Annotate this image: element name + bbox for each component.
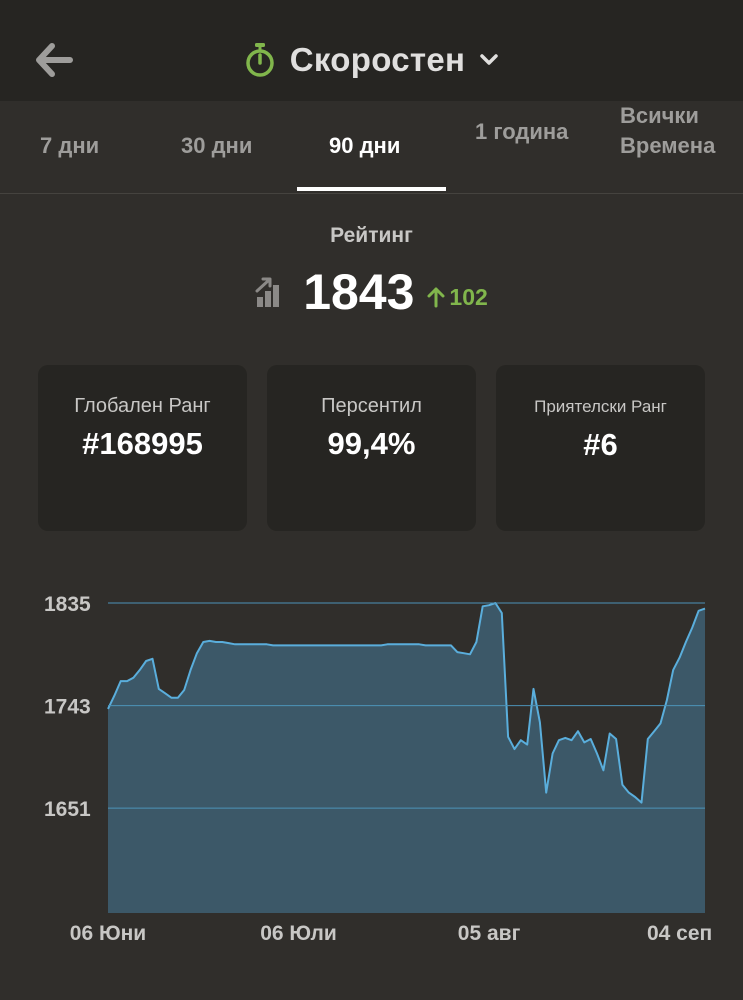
rating-delta-value: 102	[449, 283, 488, 310]
percentile-card[interactable]: Персентил 99,4%	[267, 365, 476, 531]
tab-30-days[interactable]: 30 дни	[181, 101, 252, 194]
period-tabs: 7 дни 30 дни 90 дни 1 година Всички Врем…	[0, 101, 743, 194]
friends-rank-card[interactable]: Приятелски Ранг #6	[496, 365, 705, 531]
tab-label: Всички Времена	[620, 103, 716, 158]
rating-row: 1843 102	[0, 260, 743, 324]
tab-label: 1 година	[475, 119, 569, 144]
rating-history-chart[interactable]: 1835 1743 1651 06 Юни 06 Юли 05 авг 04 сеп	[0, 560, 743, 960]
y-tick-label: 1651	[44, 798, 91, 821]
tab-label: 90 дни	[329, 133, 401, 158]
rating-area	[108, 603, 705, 913]
tab-90-days[interactable]: 90 дни	[329, 101, 400, 194]
y-tick-label: 1835	[44, 593, 91, 616]
tab-7-days[interactable]: 7 дни	[40, 101, 99, 194]
rating-label: Рейтинг	[330, 224, 413, 247]
friends-rank-label: Приятелски Ранг	[534, 397, 667, 416]
rating-value: 1843	[303, 264, 415, 320]
y-tick-label: 1743	[44, 696, 91, 719]
rating-trend-icon	[255, 277, 280, 307]
x-tick-label: 06 Юли	[260, 922, 337, 945]
percentile-value: 99,4%	[327, 426, 416, 461]
tab-all-time[interactable]: Всички Времена	[620, 101, 718, 194]
stopwatch-icon	[246, 43, 274, 77]
active-tab-indicator	[297, 187, 446, 191]
global-rank-label: Глобален Ранг	[74, 395, 211, 417]
time-control-title: Скоростен	[289, 41, 466, 78]
x-tick-label: 06 Юни	[70, 922, 146, 945]
friends-rank-value: #6	[583, 427, 618, 462]
tab-1-year[interactable]: 1 година	[475, 101, 571, 194]
global-rank-card[interactable]: Глобален Ранг #168995	[38, 365, 247, 531]
percentile-label: Персентил	[321, 395, 422, 417]
tab-label: 7 дни	[40, 133, 100, 158]
x-tick-label: 05 авг	[458, 922, 521, 945]
chevron-down-icon	[480, 54, 498, 65]
global-rank-value: #168995	[82, 426, 203, 461]
x-tick-label: 04 сеп	[647, 922, 712, 945]
tab-label: 30 дни	[181, 133, 253, 158]
time-control-selector[interactable]: Скоростен	[0, 36, 743, 84]
top-app-bar: Скоростен	[0, 0, 743, 101]
arrow-up-icon	[427, 287, 445, 308]
rating-delta: 102	[426, 283, 488, 311]
